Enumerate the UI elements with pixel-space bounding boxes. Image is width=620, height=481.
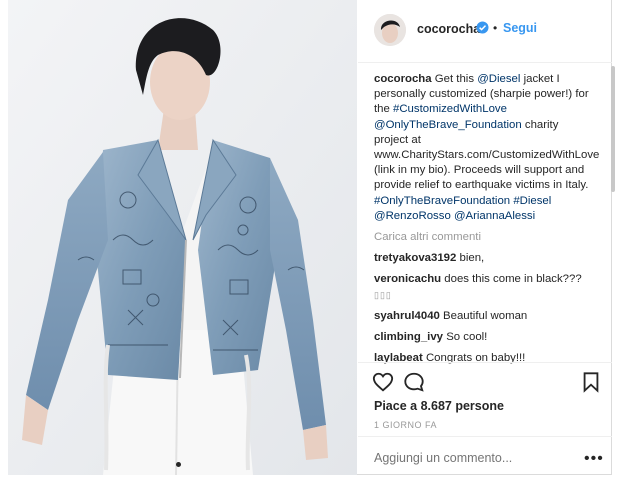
header-separator: • (493, 21, 498, 35)
post-header: cocorocha • Segui (358, 0, 612, 63)
caption-username[interactable]: cocorocha (374, 73, 432, 85)
mention-ariannaalessi[interactable]: @AriannaAlessi (454, 210, 535, 222)
hashtag-diesel[interactable]: #Diesel (513, 195, 551, 207)
heart-icon[interactable] (372, 371, 394, 393)
post-panel: cocorocha • Segui cocorocha Get this @Di… (358, 0, 615, 476)
comments-list: cocorocha Get this @Diesel jacket I pers… (374, 72, 599, 364)
comment-text: So cool! (446, 331, 488, 344)
comment: tretyakova3192 bien, (374, 251, 594, 266)
mention-onlythebrave[interactable]: @OnlyTheBrave_Foundation (374, 119, 522, 131)
caption: cocorocha Get this @Diesel jacket I pers… (374, 72, 599, 224)
add-comment-bar: ••• (358, 436, 612, 476)
comments-scrollbar[interactable] (611, 66, 615, 192)
comment-text: Beautiful woman (443, 309, 528, 322)
comment: syahrul4040 Beautiful woman (374, 309, 594, 324)
comment-emoji: ▯▯▯ (374, 289, 392, 300)
carousel-dot (176, 462, 181, 467)
post-photo[interactable] (8, 0, 357, 475)
more-options-icon[interactable]: ••• (584, 450, 604, 468)
comment: veronicachu does this come in black??? ▯▯… (374, 272, 594, 302)
comment-username[interactable]: veronicachu (374, 273, 441, 285)
mention-diesel[interactable]: @Diesel (477, 73, 520, 85)
post-date[interactable]: 1 GIORNO FA (374, 420, 437, 430)
comment-text: bien, (459, 252, 485, 265)
avatar[interactable] (374, 14, 406, 46)
comment: climbing_ivy So cool! (374, 330, 594, 345)
action-bar (358, 362, 612, 397)
comment-bubble-icon[interactable] (403, 371, 425, 393)
follow-button[interactable]: Segui (503, 21, 537, 35)
header-username[interactable]: cocorocha (417, 22, 480, 36)
avatar-image (374, 14, 406, 46)
hashtag-customized[interactable]: #CustomizedWithLove (393, 103, 507, 115)
comment-username[interactable]: syahrul4040 (374, 310, 440, 322)
bookmark-icon[interactable] (580, 371, 602, 393)
hashtag-onlythebravefoundation[interactable]: #OnlyTheBraveFoundation (374, 195, 510, 207)
verified-badge-icon (476, 21, 489, 34)
comment-text: does this come in black??? (444, 273, 582, 286)
caption-text: Get this (434, 73, 478, 85)
comment-username[interactable]: tretyakova3192 (374, 252, 456, 264)
add-comment-input[interactable] (374, 451, 574, 465)
load-more-comments[interactable]: Carica altri commenti (374, 230, 594, 245)
comment-username[interactable]: climbing_ivy (374, 331, 443, 343)
likes-count[interactable]: Piace a 8.687 persone (374, 399, 504, 413)
photo-illustration (8, 0, 357, 475)
mention-renzorosso[interactable]: @RenzoRosso (374, 210, 451, 222)
